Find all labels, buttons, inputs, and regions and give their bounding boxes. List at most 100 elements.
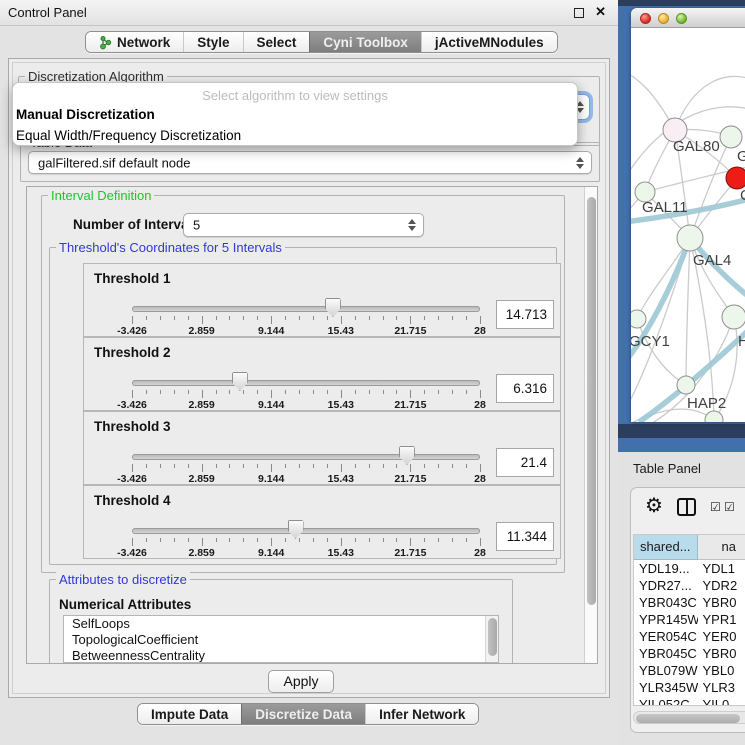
scrollbar-thumb[interactable] (636, 714, 740, 723)
threshold-label: Threshold 4 (94, 493, 171, 508)
slider-tick-label: 15.43 (316, 473, 366, 485)
stepper-arrows-icon[interactable] (406, 218, 417, 232)
network-node-gcy1[interactable] (631, 310, 646, 328)
slider-tick (271, 464, 272, 472)
table-row[interactable]: YLR345WYLR3 (634, 679, 745, 696)
numerical-attributes-list[interactable]: SelfLoopsTopologicalCoefficientBetweenne… (63, 615, 499, 663)
close-icon[interactable]: ✕ (595, 4, 606, 20)
slider-tick (341, 316, 342, 324)
scrollbar-thumb[interactable] (488, 618, 497, 656)
dropdown-item-equal-width[interactable]: Equal Width/Frequency Discretization (13, 125, 577, 146)
table-cell[interactable]: YPR145W (634, 611, 698, 628)
tab-jactivemnodules[interactable]: jActiveMNodules (421, 32, 557, 52)
float-window-icon[interactable] (574, 8, 584, 18)
column-header-shared[interactable]: shared... (634, 535, 698, 560)
attributes-scrollbar[interactable] (485, 616, 498, 662)
checkbox-icon[interactable]: ☑ (724, 500, 736, 514)
table-row[interactable]: YER054CYER0 (634, 628, 745, 645)
scrollbar-thumb[interactable] (587, 197, 596, 605)
apply-button[interactable]: Apply (268, 670, 334, 693)
slider-tick-label: 9.144 (246, 325, 296, 337)
table-row[interactable]: YPR145WYPR1 (634, 611, 745, 628)
network-node[interactable] (705, 411, 723, 422)
network-canvas[interactable]: GAL80GACGAL11GAL4GCY1HAHAP2 (631, 28, 745, 422)
tab-impute-data[interactable]: Impute Data (138, 704, 241, 724)
dropdown-item-manual[interactable]: Manual Discretization (13, 104, 577, 125)
threshold-value-field[interactable]: 14.713 (496, 300, 554, 329)
tab-style[interactable]: Style (183, 32, 242, 52)
table-row[interactable]: YDR27...YDR2 (634, 577, 745, 594)
slider-tick (216, 538, 217, 542)
slider-track[interactable] (132, 454, 480, 460)
table-row[interactable]: YIL052CYIL0 (634, 696, 745, 706)
slider-tick-label: 15.43 (316, 325, 366, 337)
table-cell[interactable]: YBR0 (698, 645, 745, 662)
network-node-label: GCY1 (631, 333, 670, 350)
slider-tick (285, 464, 286, 468)
slider-handle[interactable] (325, 298, 341, 317)
table-cell[interactable]: YDL19... (634, 560, 698, 577)
slider-handle[interactable] (232, 372, 248, 391)
table-cell[interactable]: YBR045C (634, 645, 698, 662)
table-row[interactable]: YBR045CYBR0 (634, 645, 745, 662)
slider-track[interactable] (132, 306, 480, 312)
table-cell[interactable]: YDL1 (698, 560, 745, 577)
table-cell[interactable]: YER054C (634, 628, 698, 645)
slider-tick (396, 390, 397, 394)
minimize-traffic-light-icon[interactable] (658, 13, 669, 24)
table-horizontal-scrollbar[interactable] (633, 711, 745, 724)
table-cell[interactable]: YIL052C (634, 696, 698, 706)
checkbox-icon[interactable]: ☑ (710, 500, 722, 514)
number-of-intervals-combobox[interactable]: 5 (183, 213, 424, 237)
slider-tick-label: 2.859 (177, 325, 227, 337)
network-node-hap2[interactable] (677, 376, 695, 394)
table-row[interactable]: YBR043CYBR0 (634, 594, 745, 611)
table-cell[interactable]: YDR27... (634, 577, 698, 594)
gear-icon[interactable]: ⚙ (645, 496, 663, 516)
split-columns-icon[interactable] (677, 498, 696, 516)
settings-scrollbar[interactable] (584, 187, 597, 663)
zoom-traffic-light-icon[interactable] (676, 13, 687, 24)
network-window-titlebar[interactable] (631, 8, 745, 28)
slider-track[interactable] (132, 528, 480, 534)
tab-select[interactable]: Select (243, 32, 310, 52)
table-cell[interactable]: YBR043C (634, 594, 698, 611)
tab-network[interactable]: Network (86, 32, 183, 52)
table-cell[interactable]: YBL0 (698, 662, 745, 679)
table-cell[interactable]: YBR0 (698, 594, 745, 611)
network-node-label: HAP2 (687, 395, 726, 412)
threshold-value-field[interactable]: 21.4 (496, 448, 554, 477)
attribute-item[interactable]: TopologicalCoefficient (64, 632, 485, 648)
slider-tick (243, 538, 244, 542)
tab-infer-network[interactable]: Infer Network (365, 704, 478, 724)
network-node-ha[interactable] (722, 305, 745, 329)
table-data-combobox[interactable]: galFiltered.sif default node (28, 151, 592, 174)
threshold-value-field[interactable]: 11.344 (496, 522, 554, 551)
column-header-name[interactable]: na (698, 535, 745, 560)
table-cell[interactable]: YLR345W (634, 679, 698, 696)
network-node-ga[interactable] (720, 126, 742, 148)
tab-cyni-toolbox[interactable]: Cyni Toolbox (309, 32, 421, 52)
table-row[interactable]: YBL079WYBL0 (634, 662, 745, 679)
table-cell[interactable]: YLR3 (698, 679, 745, 696)
network-node-gal4[interactable] (677, 225, 703, 251)
stepper-arrows-icon[interactable] (574, 156, 585, 170)
attribute-item[interactable]: SelfLoops (64, 616, 485, 632)
threshold-value-field[interactable]: 6.316 (496, 374, 554, 403)
slider-track[interactable] (132, 380, 480, 386)
table-cell[interactable]: YIL0 (698, 696, 745, 706)
slider-tick (452, 464, 453, 468)
network-node-c[interactable] (726, 167, 745, 189)
slider-handle[interactable] (288, 520, 304, 539)
app-root: { "left_panel": { "title": "Control Pane… (0, 0, 745, 745)
table-row[interactable]: YDL19...YDL1 (634, 560, 745, 577)
attribute-item[interactable]: BetweennessCentrality (64, 648, 485, 663)
slider-handle[interactable] (399, 446, 415, 465)
close-traffic-light-icon[interactable] (640, 13, 651, 24)
tab-discretize-data[interactable]: Discretize Data (241, 704, 365, 724)
table-cell[interactable]: YER0 (698, 628, 745, 645)
table-cell[interactable]: YDR2 (698, 577, 745, 594)
table-cell[interactable]: YBL079W (634, 662, 698, 679)
slider-tick (438, 538, 439, 542)
table-cell[interactable]: YPR1 (698, 611, 745, 628)
